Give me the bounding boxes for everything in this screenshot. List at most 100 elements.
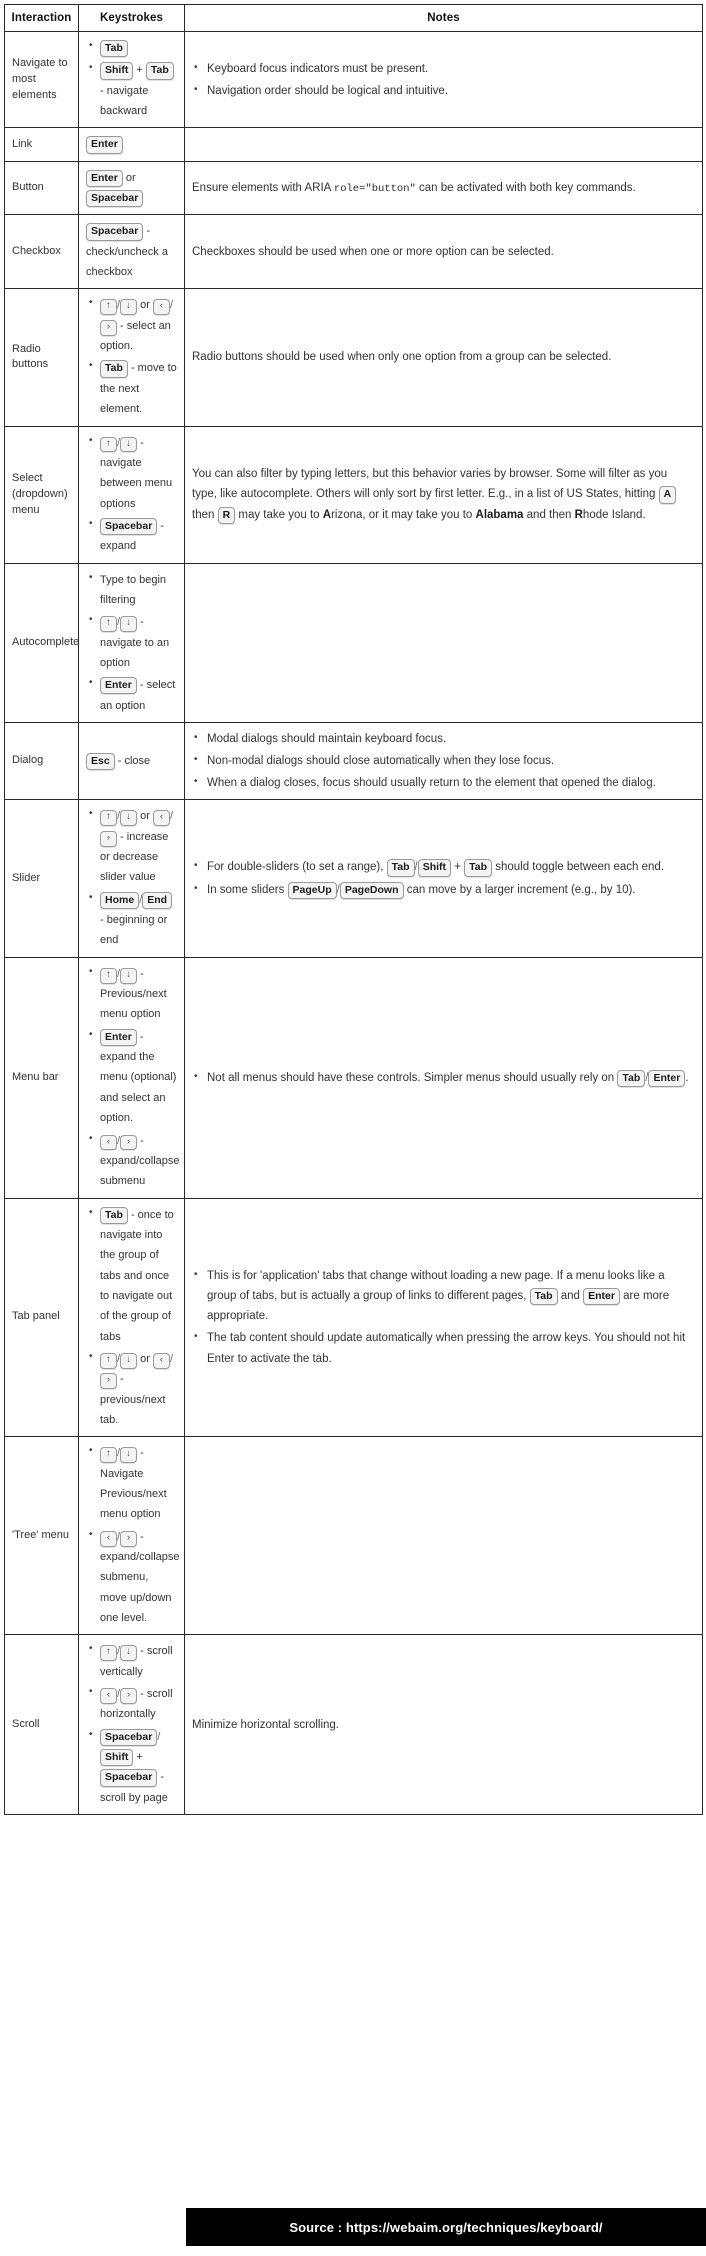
keycap-spacebar: Spacebar xyxy=(86,223,144,241)
keycap-arrow-up-icon: ↑ xyxy=(100,1645,117,1662)
keycap-spacebar: Spacebar xyxy=(100,1769,158,1787)
emphasis-text: R xyxy=(574,508,583,521)
keycap-enter: Enter xyxy=(86,136,123,154)
table-header-row: Interaction Keystrokes Notes xyxy=(4,4,703,32)
table-row: Tab panel Tab - once to navigate into the… xyxy=(4,1197,703,1438)
keycap-r: R xyxy=(217,506,236,524)
keycap-arrow-up-icon: ↑ xyxy=(100,1352,117,1369)
keycap-arrow-left-icon: ‹ xyxy=(152,1352,170,1369)
notes-list: Not all menus should have these controls… xyxy=(192,1068,695,1088)
list-item: ↑/↓ - navigate between menu options xyxy=(89,431,177,514)
keyboard-accessibility-page: Interaction Keystrokes Notes Navigate to… xyxy=(0,0,706,2256)
keystroke-text: Spacebar - check/uncheck a checkbox xyxy=(86,223,168,279)
keystroke-list: ↑/↓ - Navigate Previous/next menu option… xyxy=(86,1442,180,1629)
keystroke-list: ↑/↓ - navigate between menu options Space… xyxy=(86,431,177,557)
keycap-arrow-up-icon: ↑ xyxy=(100,1447,117,1464)
keycap-spacebar: Spacebar xyxy=(100,517,158,536)
list-item: For double-sliders (to set a range), Tab… xyxy=(194,857,695,877)
keycap-arrow-right-icon: › xyxy=(100,1373,117,1390)
cell-interaction: Link xyxy=(4,127,79,162)
list-item: Enter - select an option xyxy=(89,674,177,716)
keycap-arrow-down-icon: ↓ xyxy=(120,616,138,633)
list-item: Modal dialogs should maintain keyboard f… xyxy=(194,729,695,749)
list-item: ↑/↓ - Previous/next menu option xyxy=(89,963,177,1025)
list-item: Home/End - beginning or end xyxy=(89,889,177,951)
list-item: The tab content should update automatica… xyxy=(194,1328,695,1368)
cell-notes: Checkboxes should be used when one or mo… xyxy=(184,214,703,290)
keystroke-text: Enter xyxy=(86,134,177,154)
keystroke-list: TabShift + Tab - navigate backward xyxy=(86,37,177,121)
cell-notes xyxy=(184,1436,703,1636)
keycap-arrow-left-icon: ‹ xyxy=(152,299,170,316)
list-item: Enter - expand the menu (optional) and s… xyxy=(89,1026,177,1129)
table-row: 'Tree' menu ↑/↓ - Navigate Previous/next … xyxy=(4,1436,703,1636)
keystroke-list: Type to begin filtering↑/↓ - navigate to… xyxy=(86,569,177,716)
keycap-arrow-left-icon: ‹ xyxy=(100,1134,117,1151)
keycap-arrow-up-icon: ↑ xyxy=(100,299,117,316)
keycap-enter: Enter xyxy=(648,1069,686,1087)
interaction-label: Autocomplete xyxy=(12,635,80,648)
cell-notes: You can also filter by typing letters, b… xyxy=(184,425,703,564)
source-bar: Source : https://webaim.org/techniques/k… xyxy=(186,2208,706,2246)
notes-text: Ensure elements with ARIA role="button" … xyxy=(192,181,636,195)
notes-text: You can also filter by typing letters, b… xyxy=(192,464,695,524)
emphasis-text: A xyxy=(322,508,332,521)
keystroke-text: Enter or Spacebar xyxy=(86,168,177,209)
key-separator: / xyxy=(169,299,174,312)
key-separator: / xyxy=(157,1730,161,1743)
list-item: This is for 'application' tabs that chan… xyxy=(194,1266,695,1326)
source-label: Source : https://webaim.org/techniques/k… xyxy=(289,2219,603,2235)
keycap-arrow-up-icon: ↑ xyxy=(100,436,117,453)
interaction-label: 'Tree' menu xyxy=(12,1528,69,1541)
cell-keystrokes: ↑/↓ - navigate between menu options Space… xyxy=(78,425,185,564)
keycap-esc: Esc xyxy=(86,752,115,771)
list-item: Tab - once to navigate into the group of… xyxy=(89,1204,177,1347)
cell-notes: Not all menus should have these controls… xyxy=(184,956,703,1199)
notes-list: Modal dialogs should maintain keyboard f… xyxy=(192,729,695,793)
table-row: Dialog Esc - close Modal dialogs should ma… xyxy=(4,721,703,801)
cell-interaction: Tab panel xyxy=(4,1197,79,1438)
keystroke-list: ↑/↓ - Previous/next menu optionEnter - e… xyxy=(86,963,180,1192)
keycap-tab: Tab xyxy=(100,360,128,378)
interaction-label: Slider xyxy=(12,871,41,884)
list-item: ↑/↓ or ‹/› - previous/next tab. xyxy=(89,1348,177,1430)
cell-keystrokes: Enter xyxy=(78,127,185,162)
table-row: Link Enter xyxy=(4,127,703,162)
key-separator: / xyxy=(169,1352,174,1365)
list-item: ↑/↓ - scroll vertically xyxy=(89,1640,177,1682)
keycap-arrow-right-icon: › xyxy=(120,1134,138,1151)
cell-keystrokes: TabShift + Tab - navigate backward xyxy=(78,30,185,129)
cell-keystrokes: Type to begin filtering↑/↓ - navigate to… xyxy=(78,562,185,723)
cell-keystrokes: Enter or Spacebar xyxy=(78,160,185,216)
cell-keystrokes: ↑/↓ - Navigate Previous/next menu option… xyxy=(78,1436,185,1636)
column-header-keystrokes: Keystrokes xyxy=(78,4,185,32)
list-item: Non-modal dialogs should close automatic… xyxy=(194,751,695,771)
keycap-arrow-up-icon: ↑ xyxy=(100,616,117,633)
keycap-arrow-down-icon: ↓ xyxy=(120,967,138,984)
table-row: Scroll ↑/↓ - scroll vertically‹/› - scrol… xyxy=(4,1634,703,1816)
notes-list: For double-sliders (to set a range), Tab… xyxy=(192,857,695,899)
cell-interaction: Button xyxy=(4,160,79,216)
list-item: ‹/› - expand/collapse submenu, move up/d… xyxy=(89,1526,180,1629)
keycap-tab: Tab xyxy=(464,859,493,877)
cell-notes: Ensure elements with ARIA role="button" … xyxy=(184,160,703,216)
list-item: When a dialog closes, focus should usual… xyxy=(194,773,695,793)
cell-interaction: Checkbox xyxy=(4,214,79,290)
cell-interaction: Dialog xyxy=(4,721,79,801)
keycap-tab: Tab xyxy=(100,40,128,58)
keycap-arrow-up-icon: ↑ xyxy=(100,810,117,827)
keyboard-interaction-table: Interaction Keystrokes Notes Navigate to… xyxy=(4,4,703,1816)
list-item: Not all menus should have these controls… xyxy=(194,1068,695,1088)
list-item: ↑/↓ or ‹/› - increase or decrease slider… xyxy=(89,805,177,887)
keycap-spacebar: Spacebar xyxy=(100,1728,158,1746)
keystroke-text: Esc - close xyxy=(86,751,177,771)
list-item: In some sliders PageUp/PageDown can move… xyxy=(194,880,695,900)
keycap-arrow-down-icon: ↓ xyxy=(120,810,138,827)
cell-interaction: 'Tree' menu xyxy=(4,1436,79,1636)
cell-interaction: Menu bar xyxy=(4,956,79,1199)
keycap-pageup: PageUp xyxy=(287,881,337,899)
list-item: Tab - move to the next element. xyxy=(89,357,177,419)
list-item: ↑/↓ - Navigate Previous/next menu option xyxy=(89,1442,177,1524)
cell-keystrokes: Esc - close xyxy=(78,721,185,801)
table-row: Checkbox Spacebar - check/uncheck a check… xyxy=(4,214,703,290)
